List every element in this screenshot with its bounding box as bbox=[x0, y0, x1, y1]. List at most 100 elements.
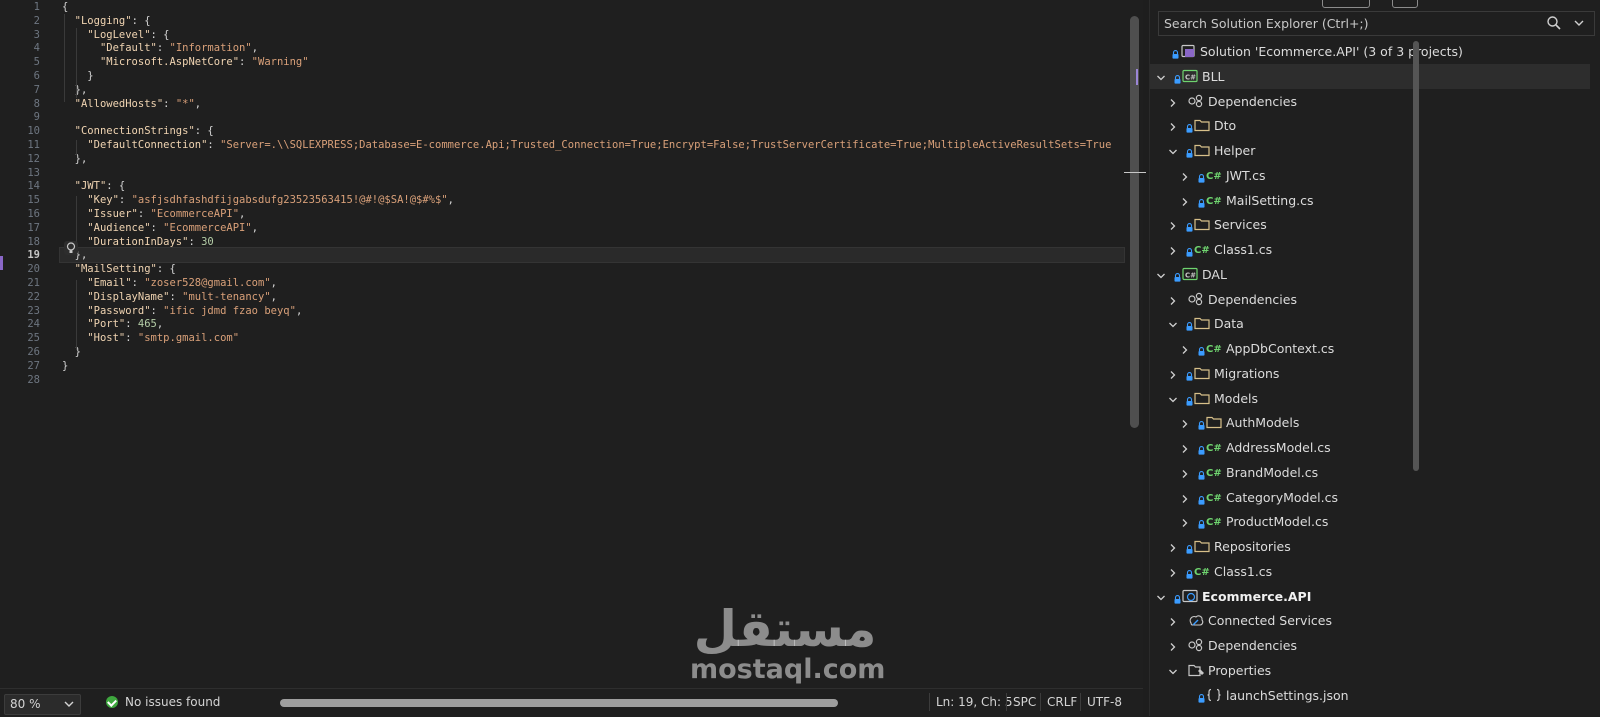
line-text[interactable]: } bbox=[62, 69, 93, 83]
line-text[interactable]: "Default": "Information", bbox=[62, 41, 258, 55]
chevron-down-icon[interactable] bbox=[1168, 145, 1178, 155]
line-text[interactable]: "MailSetting": { bbox=[62, 262, 176, 276]
code-line[interactable]: 15 "Key": "asfjsdhfashdfijgabsdufg235235… bbox=[0, 193, 1128, 207]
code-line[interactable]: 26 } bbox=[0, 345, 1128, 359]
line-text[interactable]: "Port": 465, bbox=[62, 317, 163, 331]
tree-item[interactable]: C# MailSetting.cs bbox=[1150, 188, 1590, 213]
line-text[interactable]: "Logging": { bbox=[62, 14, 151, 28]
chevron-right-icon[interactable] bbox=[1168, 566, 1178, 577]
chevron-right-icon[interactable] bbox=[1180, 492, 1190, 503]
line-text[interactable]: "Issuer": "EcommerceAPI", bbox=[62, 207, 245, 221]
zoom-dropdown[interactable]: 80 % bbox=[4, 694, 81, 715]
line-text[interactable]: { bbox=[62, 0, 68, 14]
line-text[interactable]: "DefaultConnection": "Server=.\\SQLEXPRE… bbox=[62, 138, 1111, 152]
toolbar-button[interactable] bbox=[1322, 0, 1370, 8]
tree-item[interactable]: AuthModels bbox=[1150, 410, 1590, 435]
solution-tree-scrollbar[interactable] bbox=[1413, 41, 1419, 471]
code-line[interactable]: 24 "Port": 465, bbox=[0, 317, 1128, 331]
line-text[interactable]: "Email": "zoser528@gmail.com", bbox=[62, 276, 277, 290]
tree-item[interactable]: C# Class1.cs bbox=[1150, 559, 1590, 584]
tree-item[interactable]: Helper bbox=[1150, 138, 1590, 163]
code-line[interactable]: 1{ bbox=[0, 0, 1128, 14]
code-line[interactable]: 2 "Logging": { bbox=[0, 14, 1128, 28]
encoding[interactable]: UTF-8 bbox=[1087, 695, 1122, 709]
code-line[interactable]: 20 "MailSetting": { bbox=[0, 262, 1128, 276]
code-line[interactable]: 17 "Audience": "EcommerceAPI", bbox=[0, 221, 1128, 235]
chevron-right-icon[interactable] bbox=[1180, 195, 1190, 206]
tree-item[interactable]: Dependencies bbox=[1150, 287, 1590, 312]
code-line[interactable]: 11 "DefaultConnection": "Server=.\\SQLEX… bbox=[0, 138, 1128, 152]
code-line[interactable]: 18 "DurationInDays": 30 bbox=[0, 235, 1128, 249]
cursor-position[interactable]: Ln: 19, Ch: 5 bbox=[936, 695, 1013, 709]
tree-item[interactable]: Data bbox=[1150, 311, 1590, 336]
tree-item[interactable]: C# BrandModel.cs bbox=[1150, 460, 1590, 485]
line-ending[interactable]: CRLF bbox=[1047, 695, 1077, 709]
line-text[interactable]: } bbox=[62, 359, 68, 373]
tree-item[interactable]: C# AppDbContext.cs bbox=[1150, 336, 1590, 361]
search-icon[interactable] bbox=[1546, 15, 1562, 31]
tree-item[interactable]: Models bbox=[1150, 386, 1590, 411]
tree-item[interactable]: Services bbox=[1150, 212, 1590, 237]
code-line[interactable]: 12 }, bbox=[0, 152, 1128, 166]
code-line[interactable]: 28 bbox=[0, 373, 1128, 387]
chevron-right-icon[interactable] bbox=[1168, 120, 1178, 132]
chevron-right-icon[interactable] bbox=[1168, 368, 1178, 379]
solution-tree[interactable]: Solution 'Ecommerce.API' (3 of 3 project… bbox=[1150, 38, 1590, 716]
chevron-right-icon[interactable] bbox=[1168, 96, 1178, 107]
tree-item[interactable]: C# Class1.cs bbox=[1150, 237, 1590, 262]
tree-item[interactable]: Repositories bbox=[1150, 534, 1590, 559]
tree-item[interactable]: Ecommerce.API bbox=[1150, 584, 1590, 609]
tree-item[interactable]: C# JWT.cs bbox=[1150, 163, 1590, 188]
line-text[interactable]: "Key": "asfjsdhfashdfijgabsdufg235235634… bbox=[62, 193, 454, 207]
code-line[interactable]: 14 "JWT": { bbox=[0, 179, 1128, 193]
code-line[interactable]: 3 "LogLevel": { bbox=[0, 28, 1128, 42]
code-line[interactable]: 13 bbox=[0, 166, 1128, 180]
code-line[interactable]: 23 "Password": "ific jdmd fzao beyq", bbox=[0, 304, 1128, 318]
chevron-right-icon[interactable] bbox=[1180, 170, 1190, 181]
chevron-down-icon[interactable] bbox=[1168, 318, 1178, 328]
line-text[interactable]: "Audience": "EcommerceAPI", bbox=[62, 221, 258, 235]
chevron-right-icon[interactable] bbox=[1180, 516, 1190, 528]
tree-item[interactable]: C# BLL bbox=[1150, 63, 1590, 89]
code-line[interactable]: 16 "Issuer": "EcommerceAPI", bbox=[0, 207, 1128, 221]
line-text[interactable]: "LogLevel": { bbox=[62, 28, 169, 42]
chevron-down-icon[interactable] bbox=[1572, 15, 1586, 31]
code-line[interactable]: 27} bbox=[0, 359, 1128, 373]
code-line[interactable]: 5 "Microsoft.AspNetCore": "Warning" bbox=[0, 55, 1128, 69]
tree-item[interactable]: C# ProductModel.cs bbox=[1150, 509, 1590, 534]
tree-item[interactable]: Dto bbox=[1150, 113, 1590, 138]
chevron-down-icon[interactable] bbox=[1156, 269, 1166, 279]
line-text[interactable]: "AllowedHosts": "*", bbox=[62, 97, 201, 111]
line-text[interactable]: }, bbox=[62, 83, 88, 97]
toolbar-button[interactable] bbox=[1392, 0, 1418, 8]
chevron-right-icon[interactable] bbox=[1180, 467, 1190, 478]
editor-horizontal-scrollbar[interactable] bbox=[280, 699, 838, 707]
code-line[interactable]: 9 bbox=[0, 110, 1128, 124]
line-text[interactable]: "Host": "smtp.gmail.com" bbox=[62, 331, 239, 345]
chevron-right-icon[interactable] bbox=[1168, 615, 1178, 627]
chevron-down-icon[interactable] bbox=[1156, 591, 1166, 601]
whitespace-mode[interactable]: SPC bbox=[1013, 695, 1036, 709]
lightbulb-icon[interactable] bbox=[64, 241, 78, 255]
code-editor[interactable]: 1{2 "Logging": {3 "LogLevel": {4 "Defaul… bbox=[0, 0, 1146, 717]
tree-item[interactable]: C# CategoryModel.cs bbox=[1150, 485, 1590, 510]
tree-item[interactable]: Dependencies bbox=[1150, 633, 1590, 658]
tree-item[interactable]: launchSettings.json bbox=[1150, 683, 1590, 708]
line-text[interactable]: "DurationInDays": 30 bbox=[62, 235, 213, 249]
chevron-right-icon[interactable] bbox=[1168, 640, 1178, 651]
code-line[interactable]: 21 "Email": "zoser528@gmail.com", bbox=[0, 276, 1128, 290]
line-text[interactable]: } bbox=[62, 345, 81, 359]
tree-item[interactable]: Migrations bbox=[1150, 361, 1590, 386]
code-line[interactable]: 4 "Default": "Information", bbox=[0, 41, 1128, 55]
chevron-down-icon[interactable] bbox=[1168, 665, 1178, 675]
chevron-right-icon[interactable] bbox=[1168, 244, 1178, 255]
code-line[interactable]: 7 }, bbox=[0, 83, 1128, 97]
chevron-right-icon[interactable] bbox=[1168, 219, 1178, 231]
tree-item[interactable]: Dependencies bbox=[1150, 89, 1590, 114]
tree-item[interactable]: Properties bbox=[1150, 658, 1590, 683]
line-text[interactable]: "ConnectionStrings": { bbox=[62, 124, 214, 138]
chevron-down-icon[interactable] bbox=[1156, 71, 1166, 81]
line-text[interactable]: }, bbox=[62, 152, 88, 166]
code-line[interactable]: 10 "ConnectionStrings": { bbox=[0, 124, 1128, 138]
line-text[interactable]: "Password": "ific jdmd fzao beyq", bbox=[62, 304, 302, 318]
